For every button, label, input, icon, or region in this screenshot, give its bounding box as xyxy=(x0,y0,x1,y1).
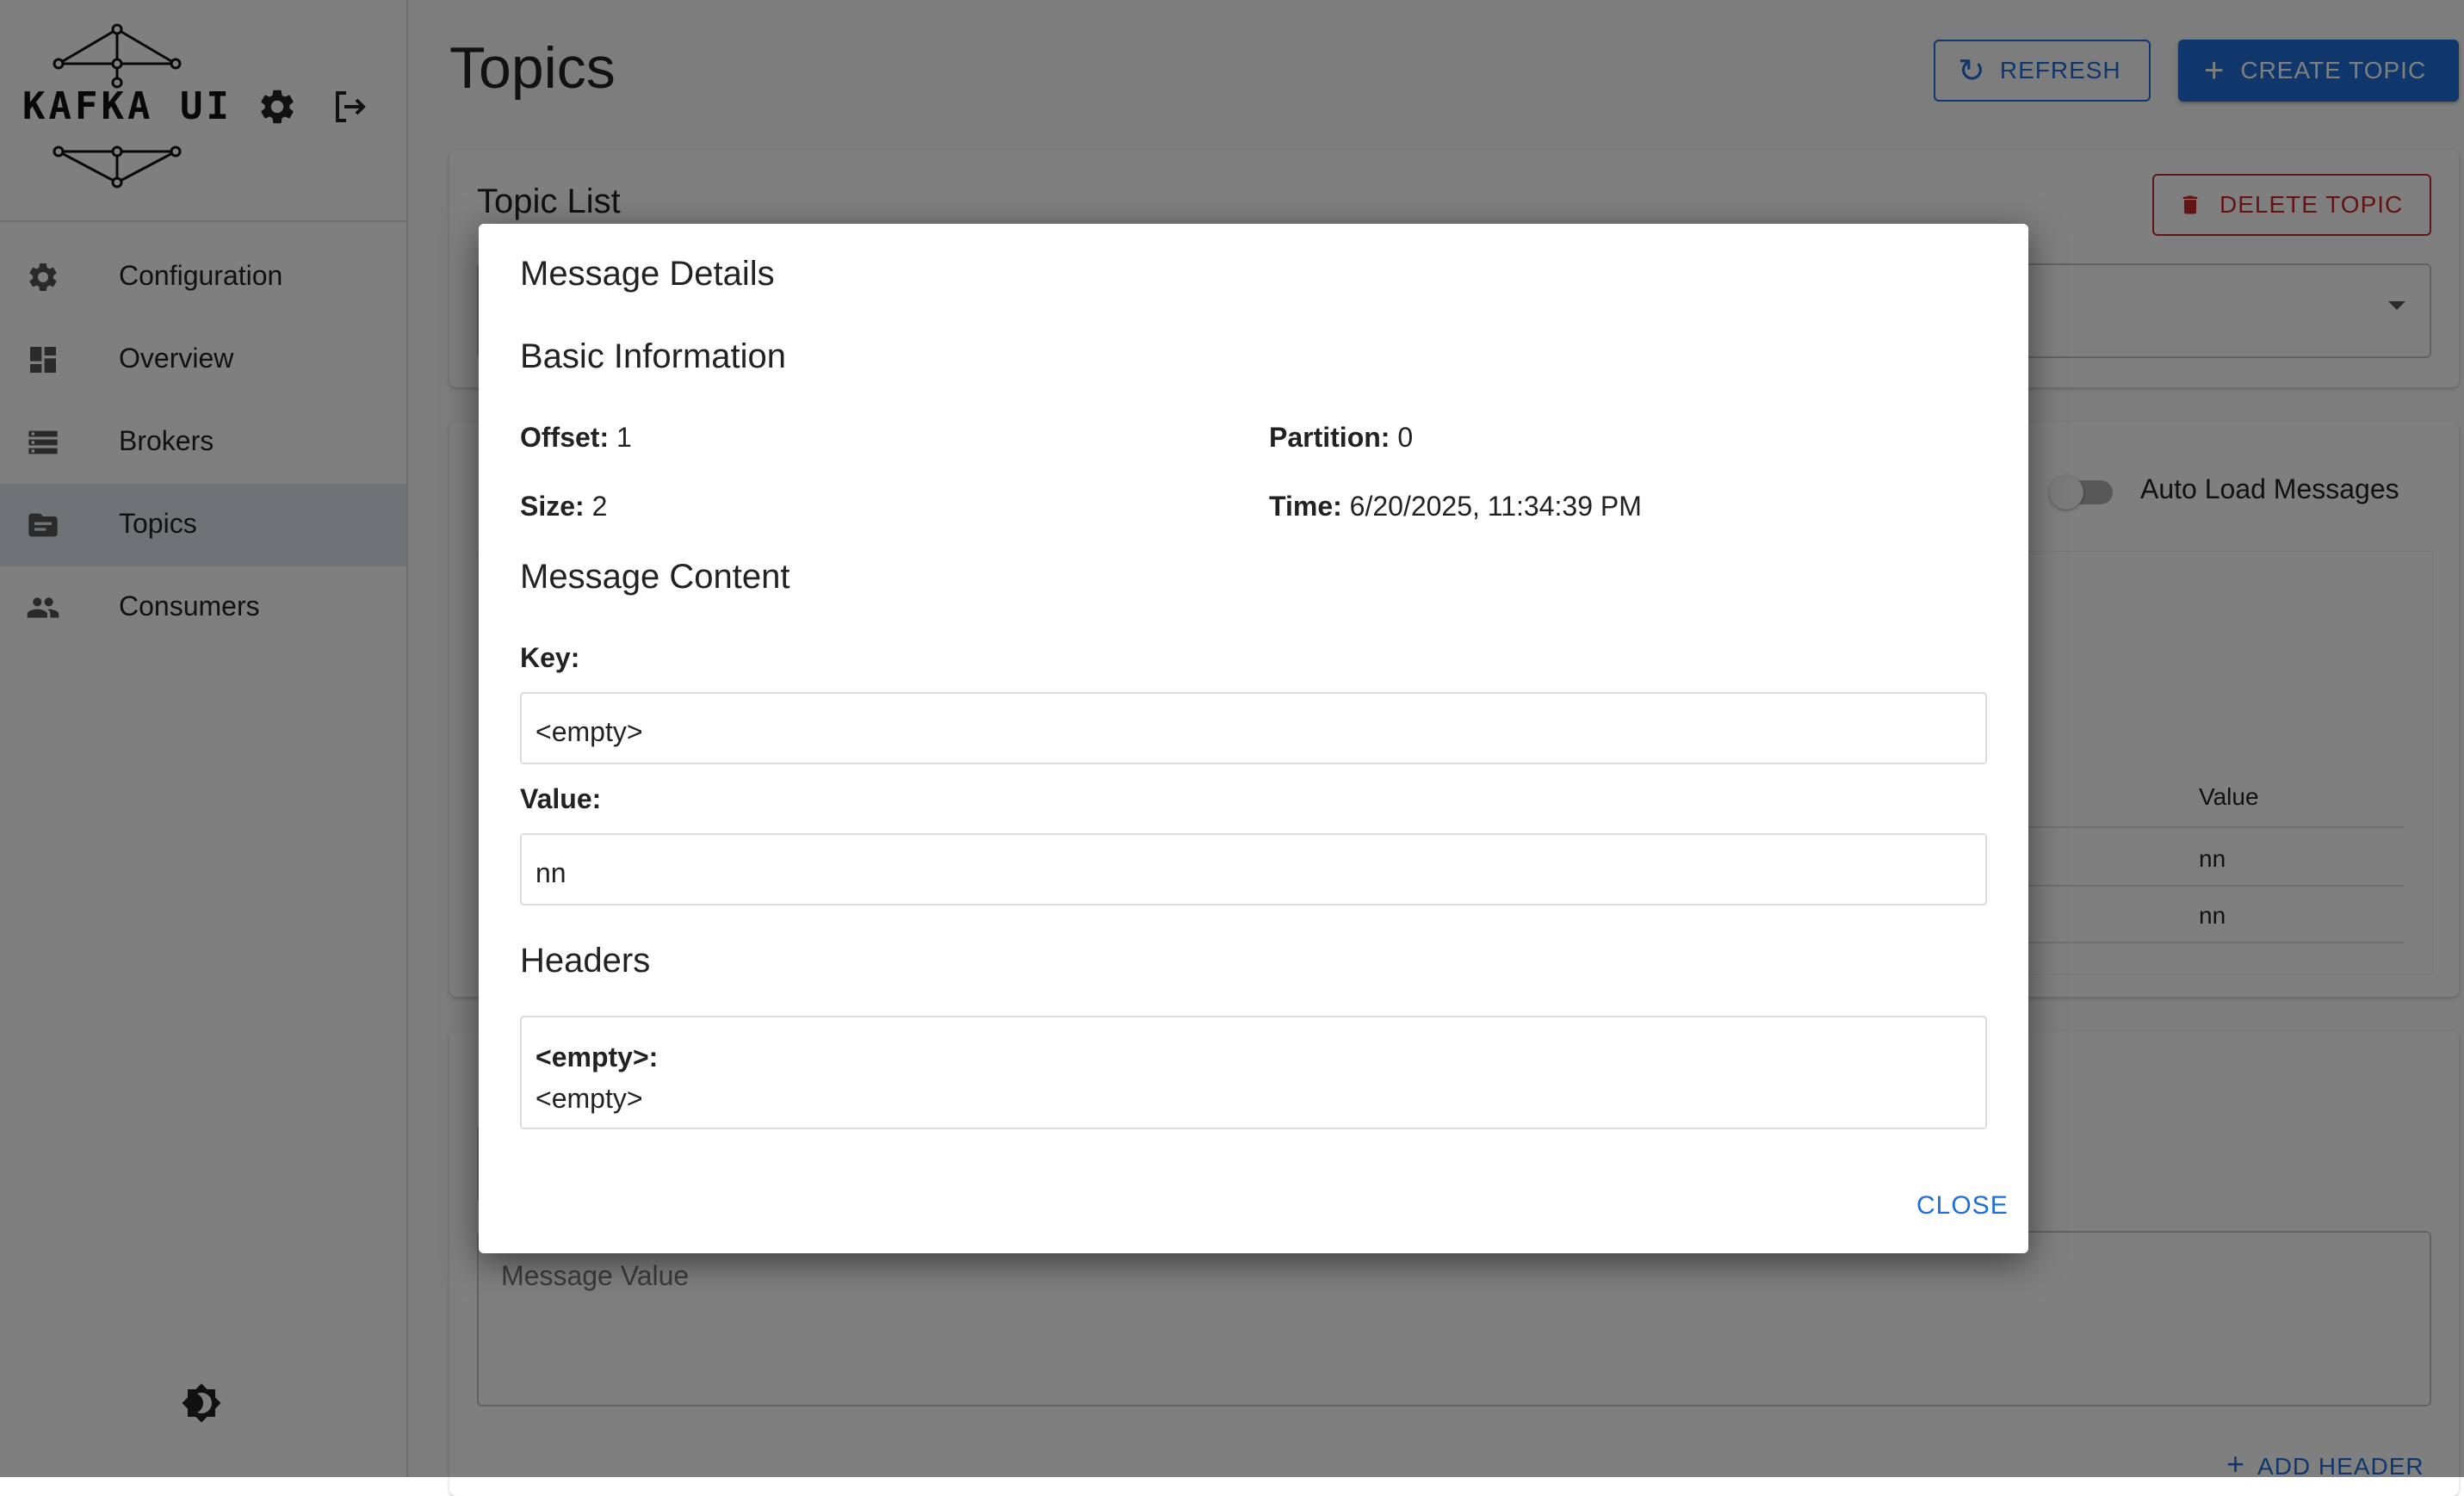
headers-box: <empty>: <empty> xyxy=(520,1016,1987,1129)
size-field: Size: 2 xyxy=(520,491,607,522)
close-button[interactable]: CLOSE xyxy=(1916,1191,2009,1221)
key-value-box: <empty> xyxy=(520,692,1987,764)
offset-field: Offset: 1 xyxy=(520,422,632,454)
dialog-title: Message Details xyxy=(520,255,775,293)
partition-value: 0 xyxy=(1397,422,1414,453)
offset-value: 1 xyxy=(616,422,632,453)
time-label: Time: xyxy=(1269,491,1342,522)
size-value: 2 xyxy=(591,491,608,522)
time-field: Time: 6/20/2025, 11:34:39 PM xyxy=(1269,491,1642,522)
size-label: Size: xyxy=(520,491,585,522)
value-label-text: Value: xyxy=(520,783,602,814)
app-root: KAFKA UI Configuration Overview Brokers xyxy=(0,0,2464,1496)
header-key: <empty>: xyxy=(536,1042,659,1073)
value-box: nn xyxy=(520,833,1987,906)
offset-label: Offset: xyxy=(520,422,610,453)
message-content-heading: Message Content xyxy=(520,558,790,596)
partition-label: Partition: xyxy=(1269,422,1390,453)
key-label: Key: xyxy=(520,642,579,674)
message-value: nn xyxy=(536,857,566,888)
basic-info-heading: Basic Information xyxy=(520,337,787,375)
value-label: Value: xyxy=(520,783,601,815)
message-details-dialog: Message Details Basic Information Offset… xyxy=(479,224,2028,1253)
partition-field: Partition: 0 xyxy=(1269,422,1413,454)
key-label-text: Key: xyxy=(520,642,580,673)
header-value: <empty> xyxy=(536,1083,643,1114)
key-value: <empty> xyxy=(536,716,643,747)
time-value: 6/20/2025, 11:34:39 PM xyxy=(1349,491,1642,522)
headers-heading: Headers xyxy=(520,942,651,980)
